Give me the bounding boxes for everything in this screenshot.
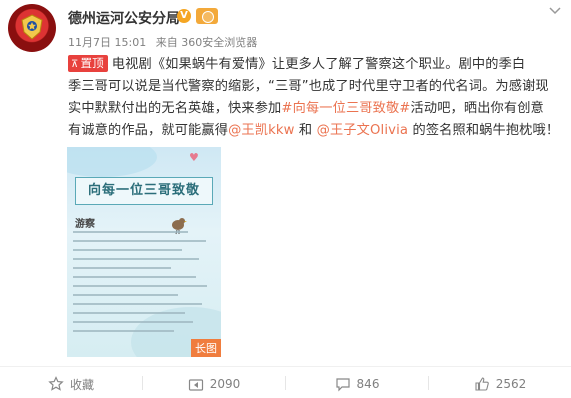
long-image-badge: 长图 bbox=[191, 339, 221, 357]
post-image[interactable]: ♥ 向每一位三哥致敬 游察 长图 bbox=[67, 147, 221, 357]
post-timestamp[interactable]: 11月7日 15:01 bbox=[68, 36, 146, 49]
repost-icon bbox=[188, 379, 203, 391]
verified-icon: V bbox=[177, 9, 191, 23]
author-name[interactable]: 德州运河公安分局 bbox=[68, 8, 180, 28]
mention-link[interactable]: @王凯kkw bbox=[228, 123, 295, 138]
image-subhead: 游察 bbox=[75, 219, 95, 230]
post-source: 来自 360安全浏览器 bbox=[155, 36, 258, 49]
member-badge-icon[interactable] bbox=[196, 8, 218, 24]
post-content: ⊼ 置顶 电视剧《如果蜗牛有爱情》让更多人了解了警察这个职业。剧中的季白 季三哥可以… bbox=[68, 54, 568, 142]
pinned-label: 置顶 bbox=[80, 56, 104, 70]
star-icon bbox=[48, 376, 64, 391]
avatar[interactable] bbox=[8, 4, 56, 52]
comment-icon bbox=[335, 378, 350, 392]
content-text: 季三哥可以说是当代警察的缩影，“三哥”也成了时代里守卫者的代名词。为感谢现 bbox=[68, 79, 549, 94]
repost-count: 2090 bbox=[209, 377, 241, 391]
content-text: 的签名照和蜗牛抱枕哦！ bbox=[408, 123, 560, 138]
comment-button[interactable]: 846 bbox=[286, 372, 428, 396]
show-title: 《如果蜗牛有爱情》 bbox=[151, 57, 272, 72]
content-text: 实中默默付出的无名英雄，快来参加 bbox=[68, 101, 282, 116]
like-button[interactable]: 2562 bbox=[429, 372, 571, 396]
content-text: 和 bbox=[294, 123, 317, 138]
footer-divider bbox=[0, 366, 571, 367]
image-text-block bbox=[73, 231, 213, 339]
image-banner: 向每一位三哥致敬 bbox=[75, 177, 213, 205]
like-count: 2562 bbox=[495, 377, 527, 391]
repost-button[interactable]: 2090 bbox=[143, 372, 285, 396]
comment-count: 846 bbox=[356, 377, 380, 391]
hashtag-link[interactable]: #向每一位三哥致敬# bbox=[281, 101, 410, 116]
pinned-badge: ⊼ 置顶 bbox=[68, 55, 108, 72]
content-text: 电视剧 bbox=[111, 57, 152, 72]
content-text: 有诚意的作品，就可能赢得 bbox=[68, 123, 229, 138]
heart-icon: ♥ bbox=[189, 151, 199, 164]
mention-link[interactable]: @王子文Olivia bbox=[317, 123, 409, 138]
weibo-post: 德州运河公安分局 V 11月7日 15:01 来自 360安全浏览器 ⊼ 置顶 电视… bbox=[0, 0, 571, 398]
favorite-label: 收藏 bbox=[69, 377, 94, 392]
post-meta: 11月7日 15:01 来自 360安全浏览器 bbox=[68, 34, 263, 50]
police-emblem-icon bbox=[21, 14, 43, 40]
favorite-button[interactable]: 收藏 bbox=[0, 372, 142, 396]
pin-icon: ⊼ bbox=[71, 59, 79, 70]
watercolor-wash bbox=[67, 147, 157, 177]
chevron-down-icon[interactable] bbox=[548, 6, 562, 16]
thumbs-up-icon bbox=[475, 377, 489, 391]
content-text: 让更多人了解了警察这个职业。剧中的季白 bbox=[271, 57, 526, 72]
content-text: 活动吧，晒出你有创意 bbox=[410, 101, 544, 116]
